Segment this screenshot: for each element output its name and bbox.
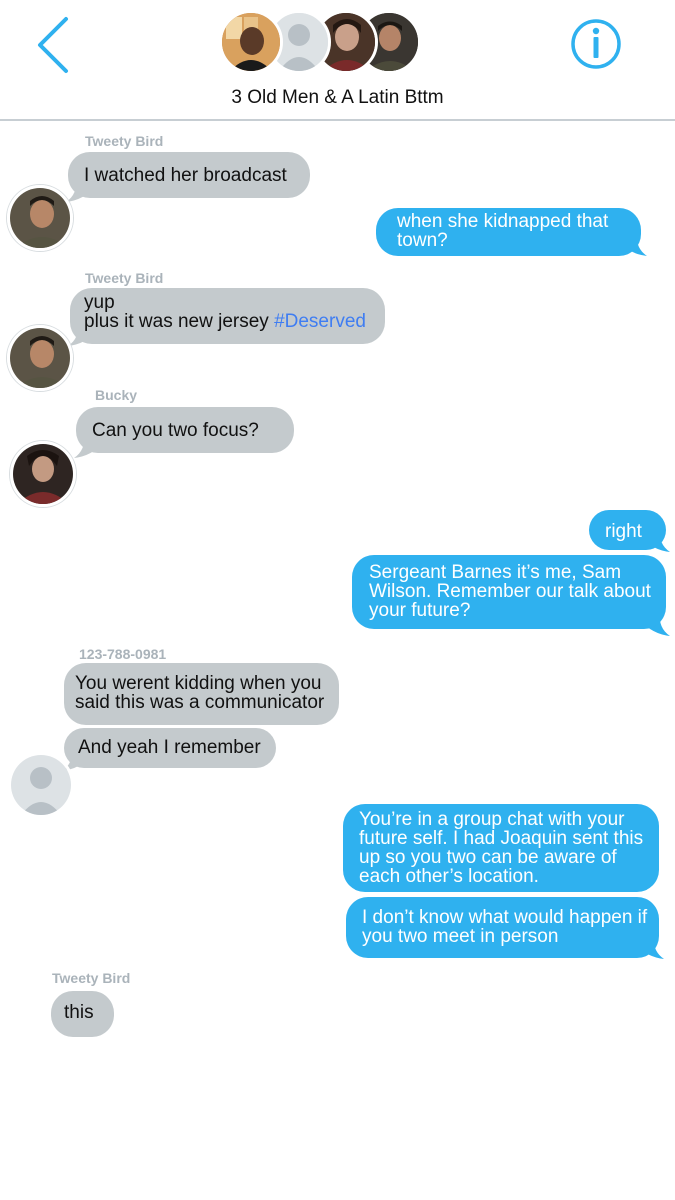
message-bubble-incoming[interactable]: I watched her broadcast — [68, 152, 310, 198]
message-bubble-outgoing[interactable]: You’re in a group chat with your future … — [343, 804, 659, 892]
sender-name: Tweety Bird — [85, 270, 164, 286]
info-button[interactable] — [569, 17, 623, 71]
sender-name: Tweety Bird — [85, 133, 164, 149]
avatar — [219, 10, 283, 74]
message-line: plus it was new jersey #Deserved — [84, 312, 371, 331]
message-bubble-incoming[interactable]: this — [51, 991, 114, 1037]
message-bubble-outgoing[interactable]: Sergeant Barnes it’s me, Sam Wilson. Rem… — [352, 555, 666, 629]
sender-name: Bucky — [95, 387, 138, 403]
chat-title[interactable]: 3 Old Men & A Latin Bttm — [0, 87, 675, 109]
hashtag-link[interactable]: #Deserved — [274, 311, 366, 332]
message-text: plus it was new jersey — [84, 311, 269, 332]
avatar — [7, 325, 73, 391]
info-icon — [571, 19, 621, 69]
sender-name: Tweety Bird — [52, 970, 131, 986]
message-bubble-outgoing[interactable]: when she kidnapped that town? — [376, 208, 641, 256]
message-bubble-incoming[interactable]: And yeah I remember — [64, 728, 276, 768]
avatar-placeholder — [8, 752, 74, 818]
message-line: yup — [84, 292, 115, 313]
avatar — [7, 185, 73, 251]
message-bubble-incoming[interactable]: yup plus it was new jersey #Deserved — [70, 288, 385, 344]
message-bubble-incoming[interactable]: You werent kidding when you said this wa… — [64, 663, 339, 725]
header-divider — [0, 119, 675, 121]
avatar — [10, 441, 76, 507]
message-bubble-outgoing[interactable]: right — [589, 510, 666, 550]
message-bubble-incoming[interactable]: Can you two focus? — [76, 407, 294, 453]
sender-name: 123-788-0981 — [79, 646, 167, 662]
chat-header: 3 Old Men & A Latin Bttm — [0, 0, 675, 121]
message-bubble-outgoing[interactable]: I don’t know what would happen if you tw… — [346, 897, 659, 958]
